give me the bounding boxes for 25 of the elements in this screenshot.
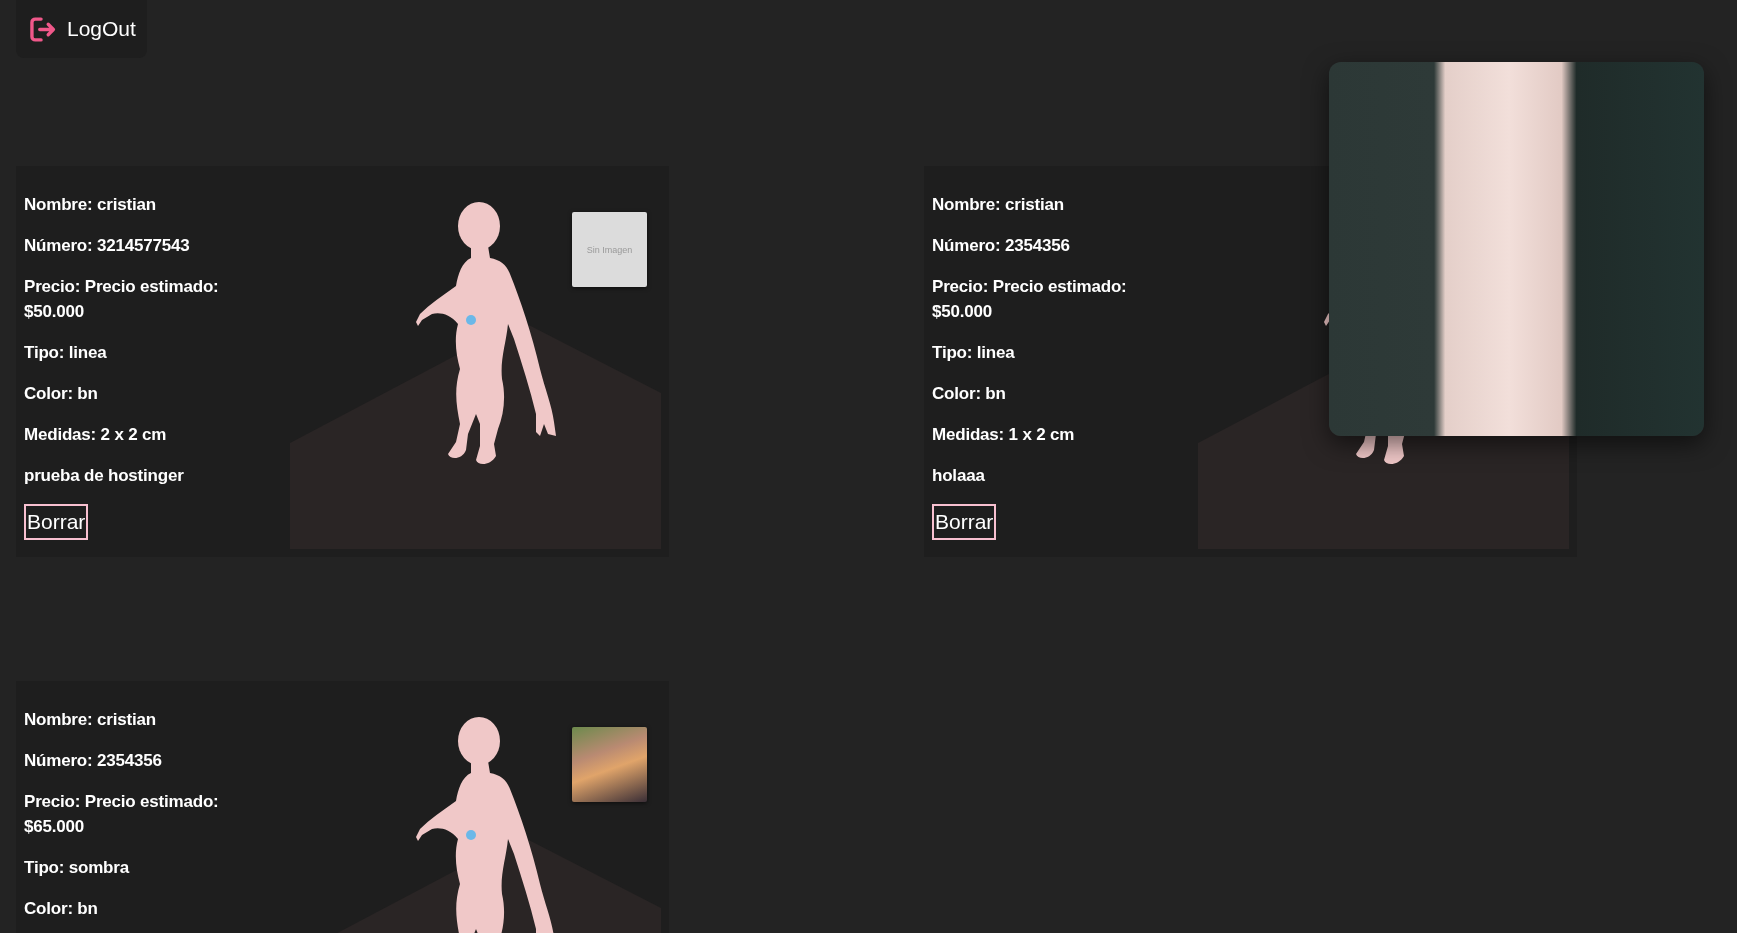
order-detail: Medidas: 2 x 2 cm bbox=[24, 424, 167, 446]
order-note: prueba de hostinger bbox=[24, 465, 184, 487]
logout-icon bbox=[30, 16, 56, 42]
dot-icon bbox=[466, 315, 476, 325]
order-detail: Precio: Precio estimado: $65.000 bbox=[24, 791, 220, 838]
order-detail: Número: 2354356 bbox=[932, 235, 1070, 257]
order-detail: Tipo: linea bbox=[932, 342, 1015, 364]
order-detail: Nombre: cristian bbox=[932, 194, 1064, 216]
order-detail: Precio: Precio estimado: $50.000 bbox=[24, 276, 220, 323]
order-note: holaaa bbox=[932, 465, 985, 487]
order-detail: Número: 3214577543 bbox=[24, 235, 190, 257]
delete-button[interactable]: Borrar bbox=[24, 504, 89, 540]
delete-button[interactable]: Borrar bbox=[932, 504, 997, 540]
order-detail: Tipo: sombra bbox=[24, 857, 129, 879]
order-detail: Nombre: cristian bbox=[24, 194, 156, 216]
order-detail: Medidas: 1 x 2 cm bbox=[932, 424, 1075, 446]
dot-icon bbox=[466, 830, 476, 840]
order-detail: Tipo: linea bbox=[24, 342, 107, 364]
order-detail: Nombre: cristian bbox=[24, 709, 156, 731]
order-detail: Número: 2354356 bbox=[24, 750, 162, 772]
order-detail: Color: bn bbox=[24, 898, 98, 920]
order-detail: Color: bn bbox=[24, 383, 98, 405]
logout-button[interactable]: LogOut bbox=[16, 0, 147, 58]
order-detail: Precio: Precio estimado: $50.000 bbox=[932, 276, 1128, 323]
order-detail: Color: bn bbox=[932, 383, 1006, 405]
